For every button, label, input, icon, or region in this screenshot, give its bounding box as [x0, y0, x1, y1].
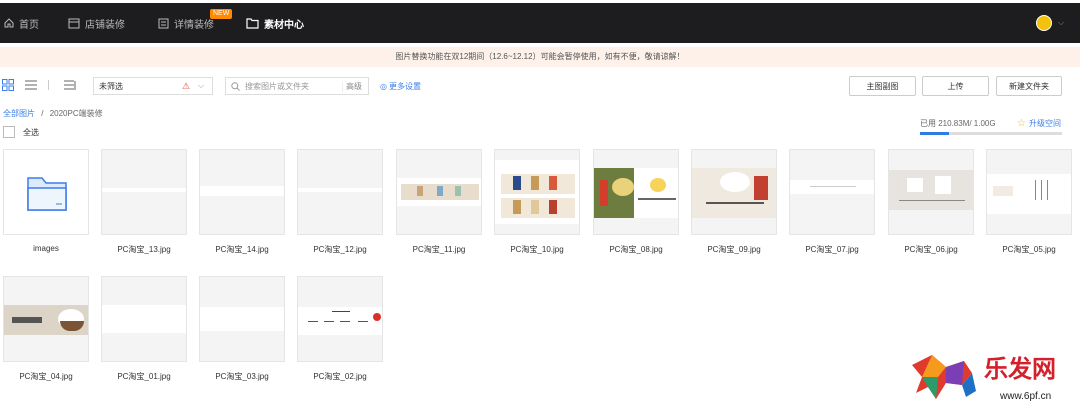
file-name[interactable]: PC淘宝_06.jpg	[882, 244, 980, 255]
main-image-button[interactable]: 主图副图	[849, 76, 916, 96]
breadcrumb-separator: /	[41, 109, 44, 118]
toolbar: 未筛选 ⚠ ⌵ 搜索图片或文件夹 高级 ◎ 更多设置 主图副图 上传 新建文件夹	[0, 75, 1080, 97]
image-thumbnail[interactable]	[3, 276, 89, 362]
nav-label-detail: 详情装修	[174, 19, 214, 31]
file-name[interactable]: PC淘宝_14.jpg	[193, 244, 291, 255]
image-thumbnail[interactable]	[691, 149, 777, 235]
file-name[interactable]: PC淘宝_04.jpg	[0, 371, 95, 382]
image-thumbnail[interactable]	[789, 149, 875, 235]
select-all[interactable]: 全选	[3, 126, 39, 138]
nav-label-home: 首页	[19, 19, 39, 31]
chevron-down-icon: ⌵	[198, 81, 205, 90]
divider	[48, 80, 49, 90]
watermark-url: www.6pf.cn	[999, 391, 1051, 402]
image-thumbnail[interactable]	[297, 276, 383, 362]
select-all-checkbox[interactable]	[3, 126, 15, 138]
grid-view-icon[interactable]	[2, 79, 14, 91]
store-icon	[68, 18, 80, 28]
filter-select[interactable]: 未筛选 ⚠ ⌵	[93, 77, 213, 95]
image-thumbnail[interactable]	[199, 276, 285, 362]
breadcrumb: 全部图片 / 2020PC端装修	[3, 108, 103, 119]
file-name[interactable]: PC淘宝_03.jpg	[193, 371, 291, 382]
search-mode-select[interactable]: 高级	[342, 80, 362, 92]
file-name[interactable]: PC淘宝_12.jpg	[291, 244, 389, 255]
new-folder-button[interactable]: 新建文件夹	[996, 76, 1062, 96]
file-name[interactable]: PC淘宝_08.jpg	[587, 244, 685, 255]
filter-value: 未筛选	[99, 81, 123, 91]
document-icon	[158, 18, 169, 28]
watermark-logo: 乐发网 www.6pf.cn	[912, 355, 1056, 402]
nav-label-material: 素材中心	[264, 19, 304, 31]
notice-bar: 图片替换功能在双12期间（12.6~12.12）可能会暂停使用，如有不便，敬请谅…	[0, 47, 1080, 67]
chevron-down-icon[interactable]: ⌵	[1058, 18, 1064, 28]
search-icon	[231, 81, 240, 91]
image-thumbnail[interactable]	[888, 149, 974, 235]
breadcrumb-current: 2020PC端装修	[49, 109, 103, 118]
file-name[interactable]: PC淘宝_05.jpg	[980, 244, 1078, 255]
more-settings-label: 更多设置	[388, 82, 421, 91]
storage-bar-fill	[920, 132, 950, 135]
nav-item-home[interactable]: 首页	[4, 3, 39, 43]
upload-button[interactable]: 上传	[922, 76, 989, 96]
top-nav: 首页 店铺装修 详情装修 NEW 素材中心 ⌵	[0, 3, 1080, 43]
search-input[interactable]: 搜索图片或文件夹 高级	[225, 77, 369, 95]
home-icon	[4, 18, 14, 28]
nav-item-material-center[interactable]: 素材中心	[246, 3, 304, 43]
file-name[interactable]: PC淘宝_01.jpg	[95, 371, 193, 382]
nav-item-store-decoration[interactable]: 店铺装修	[68, 3, 125, 43]
image-thumbnail[interactable]	[101, 276, 187, 362]
image-thumbnail[interactable]	[297, 149, 383, 235]
new-badge: NEW	[210, 9, 233, 19]
settings-icon: ◎	[380, 82, 387, 91]
search-placeholder: 搜索图片或文件夹	[245, 81, 309, 91]
user-avatar[interactable]	[1036, 15, 1052, 31]
breadcrumb-root[interactable]: 全部图片	[3, 109, 35, 118]
list-view-icon[interactable]	[25, 79, 37, 91]
file-name[interactable]: PC淘宝_13.jpg	[95, 244, 193, 255]
upgrade-link[interactable]: ☆ 升级空间	[1017, 118, 1061, 129]
nav-label-store: 店铺装修	[85, 19, 125, 31]
image-thumbnail[interactable]	[593, 149, 679, 235]
file-name[interactable]: PC淘宝_07.jpg	[783, 244, 881, 255]
more-settings-link[interactable]: ◎ 更多设置	[380, 81, 421, 92]
image-thumbnail[interactable]	[396, 149, 482, 235]
folder-tile[interactable]	[3, 149, 89, 235]
nav-item-detail-decoration[interactable]: 详情装修	[158, 3, 214, 43]
file-name[interactable]: PC淘宝_10.jpg	[488, 244, 586, 255]
watermark-brand: 乐发网	[984, 355, 1056, 383]
file-name[interactable]: PC淘宝_11.jpg	[390, 244, 488, 255]
file-name[interactable]: images	[0, 244, 95, 253]
sort-icon[interactable]	[64, 79, 76, 91]
image-thumbnail[interactable]	[199, 149, 285, 235]
file-name[interactable]: PC淘宝_09.jpg	[685, 244, 783, 255]
file-name[interactable]: PC淘宝_02.jpg	[291, 371, 389, 382]
warning-icon: ⚠	[182, 80, 191, 91]
folder-icon	[246, 17, 259, 29]
star-icon: ☆	[1017, 118, 1026, 129]
storage-usage: 已用 210.83M/ 1.00G	[920, 119, 996, 128]
image-thumbnail[interactable]	[494, 149, 580, 235]
image-thumbnail[interactable]	[101, 149, 187, 235]
storage-bar	[920, 132, 1062, 135]
select-all-label: 全选	[23, 127, 39, 137]
image-thumbnail[interactable]	[986, 149, 1072, 235]
upgrade-label: 升级空间	[1028, 119, 1061, 128]
